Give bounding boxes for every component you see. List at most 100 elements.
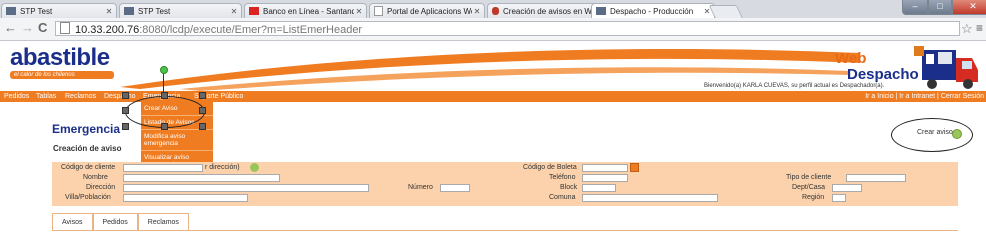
search-direccion-icon[interactable] xyxy=(250,163,259,172)
stp-favicon-icon xyxy=(6,7,16,15)
window-controls: – □ ✕ xyxy=(902,0,986,15)
chrome-menu-icon[interactable]: ≡ xyxy=(976,21,983,35)
menu-modifica-aviso[interactable]: Modifica aviso emergencia xyxy=(141,130,213,151)
buscar-direccion-label: r dirección) xyxy=(205,164,240,171)
gas-favicon-icon xyxy=(492,7,499,15)
resize-handle[interactable] xyxy=(199,92,206,99)
codigo-cliente-input[interactable] xyxy=(123,164,203,172)
web-page: abastible el calor de los chilenos Web D… xyxy=(0,41,986,240)
brand-line-1: Web xyxy=(835,50,867,67)
codigo-cliente-label: Código de cliente xyxy=(61,164,116,171)
resize-handle[interactable] xyxy=(122,92,129,99)
page-title: Emergencia xyxy=(52,122,121,136)
tabs-underline xyxy=(52,230,958,231)
comuna-label: Comuna xyxy=(549,194,576,201)
nav-reclamos[interactable]: Reclamos xyxy=(65,92,96,101)
browser-tab-title: Banco en Línea - Santand xyxy=(263,6,354,16)
santander-favicon-icon xyxy=(249,7,259,15)
tab-reclamos[interactable]: Reclamos xyxy=(137,213,189,231)
block-input[interactable] xyxy=(582,184,616,192)
nav-pedidos[interactable]: Pedidos xyxy=(4,92,29,101)
brand-line-2: Despacho xyxy=(847,66,919,83)
search-boleta-icon[interactable] xyxy=(630,163,639,172)
browser-tab-title: Despacho - Producción xyxy=(610,6,694,16)
dept-casa-label: Dept/Casa xyxy=(792,184,826,191)
tipo-cliente-input[interactable] xyxy=(846,174,906,182)
browser-tab[interactable]: Banco en Línea - Santand ✕ xyxy=(244,3,367,18)
rotate-handle[interactable] xyxy=(160,66,168,74)
codigo-boleta-input[interactable] xyxy=(582,164,628,172)
logo-slogan: el calor de los chilenos xyxy=(10,71,114,79)
region-label: Región xyxy=(802,194,825,201)
resize-handle[interactable] xyxy=(161,123,168,130)
resize-handle[interactable] xyxy=(199,107,206,114)
aviso-form: Código de cliente r dirección) Código de… xyxy=(52,162,958,206)
tipo-cliente-label: Tipo de cliente xyxy=(786,174,832,181)
maximize-button[interactable]: □ xyxy=(928,0,952,15)
direccion-label: Dirección xyxy=(86,184,116,191)
telefono-label: Teléfono xyxy=(549,174,576,181)
browser-tab-title: Portal de Aplicacions Web xyxy=(387,6,472,16)
browser-tab[interactable]: Creación de avisos en WE ✕ xyxy=(487,3,604,18)
direccion-input[interactable] xyxy=(123,184,369,192)
reload-icon[interactable]: C xyxy=(38,21,47,35)
address-bar[interactable]: 10.33.200.76:8080/lcdp/execute/Emer?m=Li… xyxy=(55,21,960,36)
region-select[interactable] xyxy=(832,194,846,202)
abastible-logo[interactable]: abastible el calor de los chilenos xyxy=(10,46,114,79)
page-favicon-icon xyxy=(374,6,383,16)
content-tabs: Avisos Pedidos Reclamos xyxy=(52,213,189,231)
browser-tab[interactable]: STP Test ✕ xyxy=(1,3,117,18)
back-arrow-icon[interactable]: ← xyxy=(4,21,17,35)
stp-favicon-icon xyxy=(596,7,606,15)
browser-tab[interactable]: Portal de Aplicacions Web ✕ xyxy=(369,3,485,18)
stp-favicon-icon xyxy=(124,7,134,15)
browser-tabstrip: STP Test ✕ STP Test ✕ Banco en Línea - S… xyxy=(0,0,986,19)
nombre-input[interactable] xyxy=(123,174,280,182)
forward-arrow-icon[interactable]: → xyxy=(21,21,34,35)
close-tab-icon[interactable]: ✕ xyxy=(229,7,239,16)
numero-label: Número xyxy=(408,184,433,191)
dept-casa-input[interactable] xyxy=(832,184,862,192)
close-tab-icon[interactable]: ✕ xyxy=(104,7,114,16)
browser-tab[interactable]: STP Test ✕ xyxy=(119,3,242,18)
bookmark-star-icon[interactable]: ☆ xyxy=(961,21,973,37)
numero-input[interactable] xyxy=(440,184,470,192)
page-icon xyxy=(60,22,70,34)
villa-poblacion-label: Villa/Población xyxy=(65,194,111,201)
nav-tablas[interactable]: Tablas xyxy=(36,92,56,101)
resize-handle[interactable] xyxy=(161,92,168,99)
tab-pedidos[interactable]: Pedidos xyxy=(92,213,138,231)
section-title: Creación de aviso xyxy=(53,144,122,153)
resize-handle[interactable] xyxy=(199,123,206,130)
telefono-input[interactable] xyxy=(582,174,628,182)
crear-aviso-link[interactable]: Crear aviso xyxy=(917,129,953,136)
minimize-button[interactable]: – xyxy=(902,0,928,15)
browser-tab-title: STP Test xyxy=(20,6,53,16)
add-aviso-icon[interactable] xyxy=(952,129,962,139)
delivery-truck-icon xyxy=(914,46,978,89)
close-window-button[interactable]: ✕ xyxy=(952,0,986,15)
url-path: :8080/lcdp/execute/Emer?m=ListEmerHeader xyxy=(139,24,363,36)
browser-tab-title: STP Test xyxy=(138,6,171,16)
browser-tab-title: Creación de avisos en WE xyxy=(503,6,591,16)
block-label: Block xyxy=(560,184,578,191)
close-tab-icon[interactable]: ✕ xyxy=(472,7,482,16)
nav-despacho[interactable]: Despacho xyxy=(104,92,136,101)
browser-toolbar: ← → C 10.33.200.76:8080/lcdp/execute/Eme… xyxy=(0,18,986,41)
comuna-input[interactable] xyxy=(582,194,718,202)
browser-tab-active[interactable]: Despacho - Producción ✕ xyxy=(591,3,715,18)
new-tab-button[interactable] xyxy=(708,5,744,19)
welcome-text: Bienvenido(a) KARLA CUEVAS, su perfil ac… xyxy=(704,83,885,89)
nombre-label: Nombre xyxy=(83,174,108,181)
header-right-links[interactable]: Ir a Inicio | Ir a Intranet | Cerrar Ses… xyxy=(865,92,984,101)
web-despacho-brand: Web Despacho xyxy=(835,51,919,83)
logo-text: abastible xyxy=(10,44,110,71)
villa-poblacion-input[interactable] xyxy=(123,194,248,202)
resize-handle[interactable] xyxy=(122,123,129,130)
codigo-boleta-label: Código de Boleta xyxy=(523,164,577,171)
crear-aviso-annotation: Crear aviso xyxy=(891,118,973,152)
close-tab-icon[interactable]: ✕ xyxy=(354,7,364,16)
tab-avisos[interactable]: Avisos xyxy=(52,213,93,231)
url-host: 10.33.200.76 xyxy=(75,24,140,36)
resize-handle[interactable] xyxy=(122,107,129,114)
